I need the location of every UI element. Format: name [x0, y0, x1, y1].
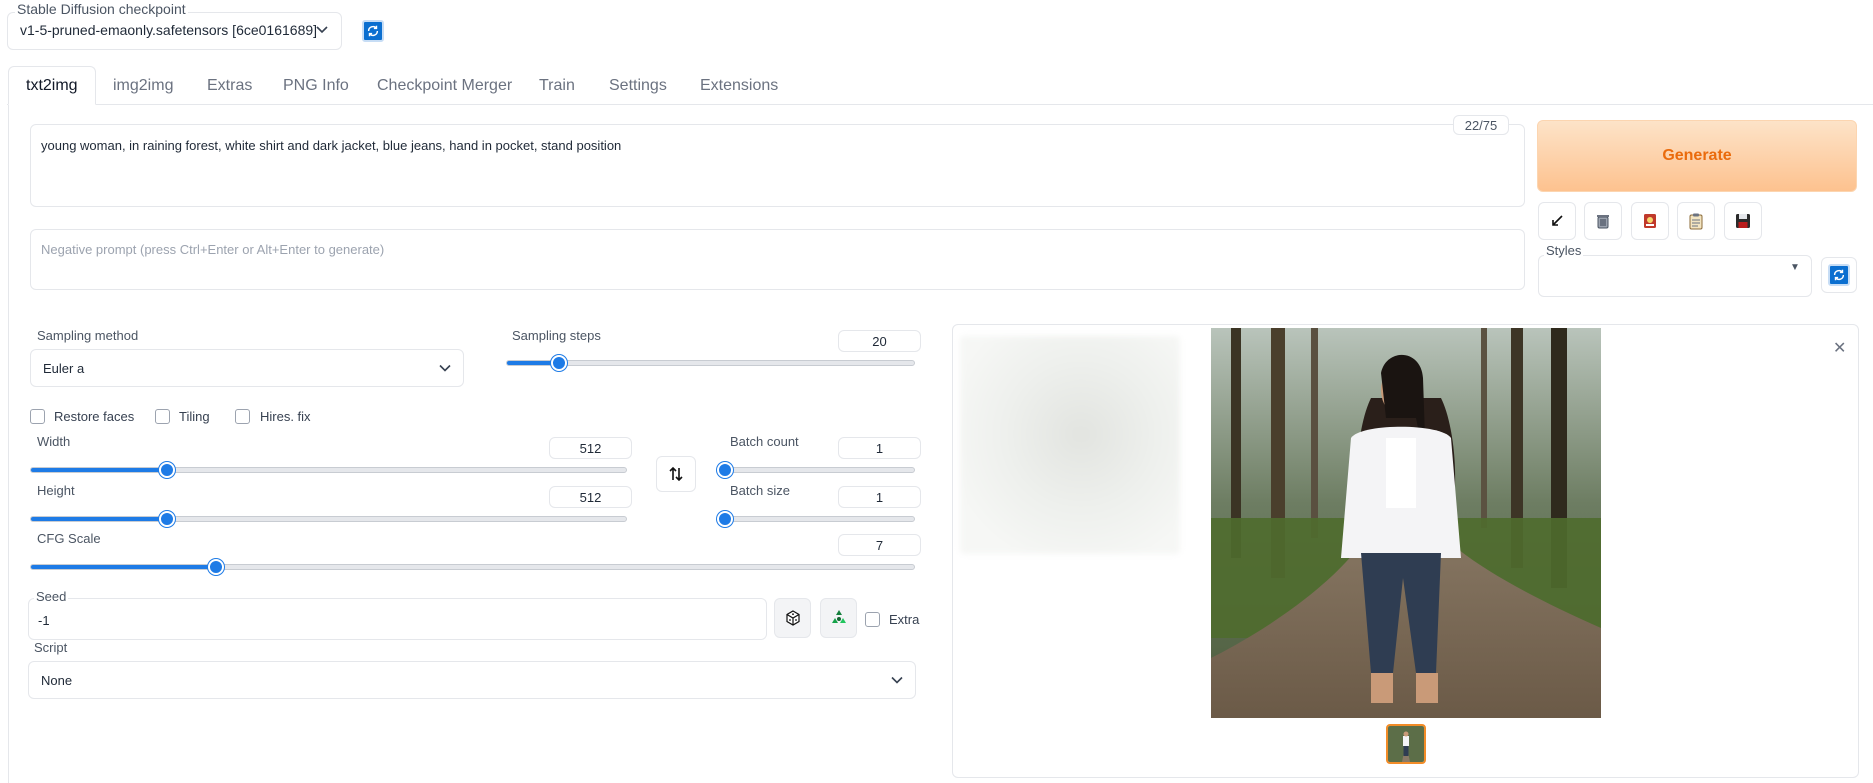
chevron-down-icon — [316, 22, 328, 37]
tab-extensions[interactable]: Extensions — [683, 66, 795, 105]
sampling-method-select[interactable]: Euler a — [30, 349, 464, 387]
extra-networks-button[interactable] — [1631, 202, 1669, 240]
clipboard-icon — [1689, 213, 1703, 230]
tab-checkpoint-merger[interactable]: Checkpoint Merger — [360, 66, 529, 105]
cfg-scale-label: CFG Scale — [37, 531, 101, 546]
prompt-text: young woman, in raining forest, white sh… — [41, 138, 622, 153]
gallery-thumbnail[interactable] — [1386, 724, 1426, 764]
close-icon[interactable]: ✕ — [1833, 338, 1846, 358]
height-slider[interactable] — [30, 516, 627, 522]
script-value: None — [41, 672, 73, 688]
trash-icon — [1597, 215, 1609, 229]
cfg-scale-slider-thumb[interactable] — [207, 559, 224, 575]
swap-icon — [669, 466, 683, 482]
seed-value: -1 — [38, 613, 50, 628]
recycle-icon — [831, 610, 846, 623]
hires-fix-label: Hires. fix — [260, 409, 311, 424]
restore-faces-label: Restore faces — [54, 409, 135, 424]
prompt-textarea[interactable] — [30, 124, 1525, 207]
seed-input[interactable] — [28, 598, 767, 640]
cfg-scale-input[interactable]: 7 — [838, 534, 921, 556]
sampling-steps-slider-thumb[interactable] — [551, 355, 568, 371]
chevron-down-icon — [891, 673, 903, 688]
batch-count-slider[interactable] — [725, 467, 915, 473]
tiling-checkbox[interactable] — [155, 409, 170, 424]
batch-size-slider[interactable] — [725, 516, 915, 522]
sampling-steps-input[interactable]: 20 — [838, 330, 921, 352]
sampling-steps-label: Sampling steps — [512, 328, 601, 343]
apply-style-button[interactable] — [1677, 202, 1715, 240]
token-counter: 22/75 — [1453, 115, 1509, 135]
arrow-icon — [1552, 215, 1563, 226]
random-seed-button[interactable] — [774, 598, 811, 638]
hires-fix-checkbox[interactable] — [235, 409, 250, 424]
sampling-steps-slider[interactable] — [506, 360, 915, 366]
cfg-scale-slider[interactable] — [30, 564, 915, 570]
card-icon — [1644, 214, 1656, 228]
sampling-method-label: Sampling method — [37, 328, 139, 343]
batch-count-input[interactable]: 1 — [838, 437, 921, 459]
height-slider-thumb[interactable] — [159, 511, 176, 527]
refresh-icon — [367, 25, 379, 37]
refresh-icon — [1828, 264, 1850, 286]
clear-prompt-button[interactable] — [1584, 202, 1622, 240]
extra-seed-checkbox[interactable] — [865, 612, 880, 627]
tab-settings[interactable]: Settings — [592, 66, 684, 105]
previous-output-preview — [960, 336, 1180, 554]
batch-count-slider-thumb[interactable] — [717, 462, 733, 478]
dice-icon — [785, 610, 800, 626]
script-label: Script — [34, 640, 68, 655]
width-slider[interactable] — [30, 467, 627, 473]
swap-dimensions-button[interactable] — [656, 456, 696, 492]
negative-prompt-placeholder: Negative prompt (press Ctrl+Enter or Alt… — [41, 242, 385, 257]
panel-border — [8, 105, 9, 783]
slider-fill — [31, 565, 217, 569]
extra-seed-label: Extra — [889, 612, 920, 627]
chevron-down-icon — [439, 361, 451, 376]
save-style-button[interactable] — [1724, 202, 1762, 240]
generated-image[interactable] — [1211, 328, 1601, 718]
generate-button[interactable]: Generate — [1537, 120, 1857, 192]
caret-down-icon: ▼ — [1790, 262, 1800, 273]
seed-label: Seed — [34, 589, 69, 604]
width-slider-thumb[interactable] — [159, 462, 176, 478]
styles-label: Styles — [1544, 243, 1584, 258]
width-label: Width — [37, 434, 71, 449]
tab-train[interactable]: Train — [522, 66, 592, 105]
read-params-button[interactable] — [1538, 202, 1576, 240]
height-label: Height — [37, 483, 75, 498]
tab-img2img[interactable]: img2img — [96, 66, 190, 105]
height-input[interactable]: 512 — [549, 486, 632, 508]
checkpoint-label: Stable Diffusion checkpoint — [15, 1, 188, 17]
checkpoint-value: v1-5-pruned-emaonly.safetensors [6ce0161… — [20, 22, 318, 38]
save-icon — [1736, 214, 1750, 228]
tiling-label: Tiling — [179, 409, 210, 424]
slider-fill — [31, 468, 168, 472]
sampling-method-value: Euler a — [43, 360, 85, 376]
width-input[interactable]: 512 — [549, 437, 632, 459]
batch-size-input[interactable]: 1 — [838, 486, 921, 508]
checkpoint-refresh-button[interactable] — [362, 20, 384, 42]
tab-extras[interactable]: Extras — [190, 66, 269, 105]
styles-dropdown[interactable] — [1538, 255, 1812, 297]
tab-txt2img[interactable]: txt2img — [8, 66, 96, 105]
restore-faces-checkbox[interactable] — [30, 409, 45, 424]
reuse-seed-button[interactable] — [820, 598, 857, 638]
tab-png-info[interactable]: PNG Info — [266, 66, 366, 105]
batch-size-slider-thumb[interactable] — [717, 511, 733, 527]
negative-prompt-textarea[interactable] — [30, 229, 1525, 290]
slider-fill — [31, 517, 168, 521]
batch-count-label: Batch count — [730, 434, 799, 449]
styles-refresh-button[interactable] — [1821, 257, 1857, 293]
script-select[interactable]: None — [28, 661, 916, 699]
batch-size-label: Batch size — [730, 483, 790, 498]
